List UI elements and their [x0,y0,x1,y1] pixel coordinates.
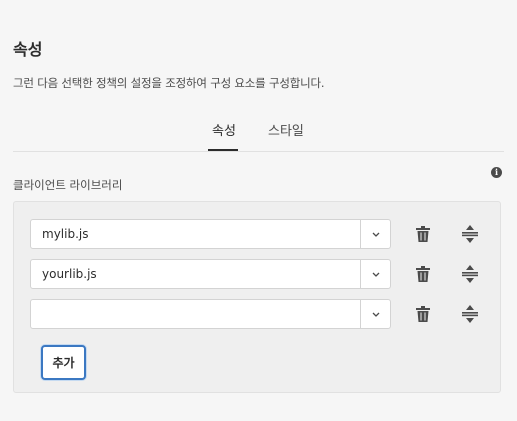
library-select[interactable]: mylib.js [30,219,391,249]
library-select-value: mylib.js [42,227,89,241]
chevron-down-icon[interactable] [361,220,390,248]
library-select[interactable]: yourlib.js [30,259,391,289]
tab-properties[interactable]: 속성 [212,120,236,139]
trash-icon[interactable] [413,264,433,284]
trash-icon[interactable] [413,224,433,244]
library-row: mylib.js [30,219,490,249]
library-select-value: yourlib.js [42,267,97,281]
chevron-down-icon[interactable] [361,260,390,288]
drag-handle-icon[interactable] [460,224,480,244]
drag-handle-icon[interactable] [460,304,480,324]
page-description: 그런 다음 선택한 정책의 설정을 조정하여 구성 요소를 구성합니다. [13,76,325,90]
tab-styles[interactable]: 스타일 [268,120,304,139]
page-title: 속성 [13,40,43,59]
drag-handle-icon[interactable] [460,264,480,284]
tab-bar: 속성 스타일 [0,118,517,152]
library-row: yourlib.js [30,259,490,289]
add-button[interactable]: 추가 [41,345,86,380]
library-select[interactable] [30,299,391,329]
chevron-down-icon[interactable] [361,300,390,328]
tab-divider [13,151,504,152]
trash-icon[interactable] [413,304,433,324]
info-icon[interactable]: i [491,167,502,178]
library-row [30,299,490,329]
section-label-client-libraries: 클라이언트 라이브러리 [13,178,123,192]
client-libraries-panel: mylib.js yourlib.js 추가 [13,201,501,393]
